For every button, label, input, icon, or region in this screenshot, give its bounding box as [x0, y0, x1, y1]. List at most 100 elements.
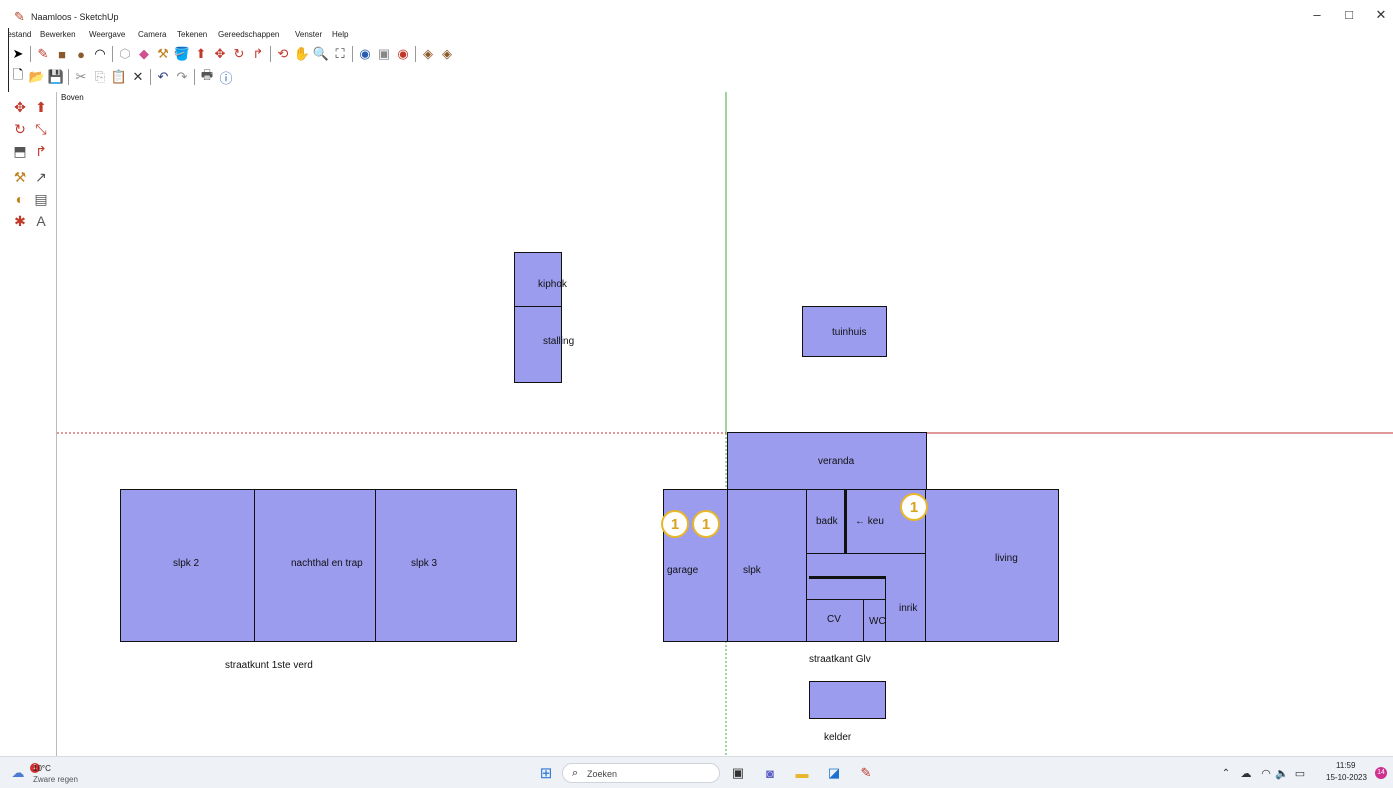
- delete-icon[interactable]: ✕: [130, 69, 146, 85]
- annotation-badge[interactable]: 1: [900, 493, 928, 521]
- pushpull-icon[interactable]: ⬆: [193, 46, 209, 62]
- main-toolbar: ➤ ✎ ■ ● ◠ ⬡ ◆ ⚒ 🪣 ⬆ ✥ ↻ ↱ ⟲ ✋ 🔍 ⛶ ◉ ▣ ◉ …: [10, 44, 458, 64]
- close-button[interactable]: ✕: [1364, 6, 1393, 24]
- axes-icon[interactable]: ✱: [11, 212, 29, 230]
- rotate-icon[interactable]: ↻: [11, 120, 29, 138]
- extension-warehouse-icon[interactable]: ◈: [420, 46, 436, 62]
- open-icon[interactable]: 📂: [29, 69, 45, 85]
- offset-icon[interactable]: ⬒: [11, 142, 29, 160]
- outlook-icon[interactable]: ◪: [826, 765, 842, 781]
- zoom-icon[interactable]: 🔍: [313, 46, 329, 62]
- share-icon[interactable]: ◉: [395, 46, 411, 62]
- clock-time[interactable]: 11:59: [1336, 761, 1355, 770]
- toolbar-separator: [352, 46, 353, 62]
- wall-line: [806, 490, 807, 641]
- floorplan-ground-floor[interactable]: [663, 489, 1059, 642]
- arc-icon[interactable]: ◠: [92, 46, 108, 62]
- label-cv: CV: [827, 614, 841, 625]
- minimize-button[interactable]: –: [1300, 6, 1334, 24]
- paint-icon[interactable]: 🪣: [174, 46, 190, 62]
- wifi-icon[interactable]: ◠: [1258, 765, 1274, 781]
- clock-date[interactable]: 15-10-2023: [1326, 773, 1367, 782]
- extension-manager-icon[interactable]: ◈: [439, 46, 455, 62]
- menu-camera[interactable]: Camera: [138, 30, 166, 39]
- label-wc: WC: [869, 616, 886, 627]
- toolbar-separator: [415, 46, 416, 62]
- text-icon[interactable]: ▤: [32, 190, 50, 208]
- label-badk: badk: [816, 516, 838, 527]
- pushpull-icon[interactable]: ⬆: [32, 98, 50, 116]
- label-tuinhuis: tuinhuis: [832, 327, 867, 338]
- components-icon[interactable]: ▣: [376, 46, 392, 62]
- menu-help[interactable]: Help: [332, 30, 348, 39]
- select-icon[interactable]: ➤: [10, 46, 26, 62]
- warehouse-icon[interactable]: ◉: [357, 46, 373, 62]
- print-icon[interactable]: 🖶: [199, 67, 215, 85]
- file-explorer-icon[interactable]: ▬: [794, 765, 810, 781]
- redo-icon[interactable]: ↷: [174, 69, 190, 85]
- eraser-icon[interactable]: ◆: [136, 46, 152, 62]
- orbit-icon[interactable]: ⟲: [275, 46, 291, 62]
- rectangle-icon[interactable]: ■: [54, 46, 70, 62]
- model-info-icon[interactable]: ⓘ: [218, 69, 234, 86]
- make-component-icon[interactable]: ⬡: [117, 46, 133, 62]
- dimension-icon[interactable]: ↗: [32, 168, 50, 186]
- move-icon[interactable]: ✥: [212, 46, 228, 62]
- menu-gereedschappen[interactable]: Gereedschappen: [218, 30, 279, 39]
- teams-icon[interactable]: ◙: [762, 765, 778, 781]
- drawing-viewport[interactable]: kiphok stalling tuinhuis slpk 2 nachthal…: [57, 92, 1393, 756]
- onedrive-icon[interactable]: ☁: [1238, 765, 1254, 781]
- cut-icon[interactable]: ✂: [73, 69, 89, 85]
- label-slpk3: slpk 3: [411, 558, 438, 569]
- weather-temp: 10°C: [33, 764, 51, 773]
- volume-icon[interactable]: 🔈: [1274, 765, 1290, 781]
- menu-bewerken[interactable]: Bewerken: [40, 30, 76, 39]
- label-slpk2: slpk 2: [173, 558, 200, 569]
- line-icon[interactable]: ✎: [35, 46, 51, 62]
- wall-line: [254, 490, 255, 641]
- search-icon: ⌕: [572, 767, 579, 779]
- tape-icon[interactable]: ⚒: [11, 168, 29, 186]
- toolbar-separator: [150, 69, 151, 85]
- circle-icon[interactable]: ●: [73, 46, 89, 62]
- title-bar: ✎ Naamloos - SketchUp – □ ✕: [0, 0, 1393, 28]
- label-kiphok: kiphok: [538, 279, 567, 290]
- weather-icon[interactable]: ☁: [10, 765, 26, 781]
- copy-icon[interactable]: ⎘: [92, 69, 108, 85]
- maximize-button[interactable]: □: [1332, 6, 1366, 24]
- notification-badge[interactable]: 14: [1375, 767, 1387, 779]
- protractor-icon[interactable]: ◐: [11, 190, 29, 208]
- annotation-badge[interactable]: 1: [692, 510, 720, 538]
- wall-thick: [809, 576, 886, 579]
- start-icon[interactable]: ⊞: [538, 765, 554, 782]
- followme-icon[interactable]: ↱: [32, 142, 50, 160]
- menu-venster[interactable]: Venster: [295, 30, 322, 39]
- left-toolbar: ✥ ⬆ ↻ ⤡ ⬒ ↱ ⚒ ↗ ◐ ▤ ✱ A: [8, 92, 57, 756]
- task-view-icon[interactable]: ▣: [730, 765, 746, 781]
- paste-icon[interactable]: 📋: [111, 69, 127, 85]
- rotate-icon[interactable]: ↻: [231, 46, 247, 62]
- move-icon[interactable]: ✥: [11, 98, 29, 116]
- wall-line: [806, 553, 926, 554]
- undo-icon[interactable]: ↶: [155, 69, 171, 85]
- taskbar-search[interactable]: ⌕ Zoeken: [562, 763, 720, 783]
- menu-weergave[interactable]: Weergave: [89, 30, 125, 39]
- 3d-text-icon[interactable]: A: [32, 212, 50, 230]
- save-icon[interactable]: 💾: [48, 69, 64, 85]
- menu-tekenen[interactable]: Tekenen: [177, 30, 207, 39]
- pan-icon[interactable]: ✋: [294, 46, 310, 62]
- new-icon[interactable]: 🗋: [10, 67, 26, 85]
- tape-icon[interactable]: ⚒: [155, 46, 171, 62]
- battery-icon[interactable]: ▭: [1292, 765, 1308, 781]
- sketchup-taskbar-icon[interactable]: ✎: [858, 765, 874, 781]
- label-veranda: veranda: [818, 456, 855, 467]
- toolbar-separator: [30, 46, 31, 62]
- chevron-up-icon[interactable]: ⌃: [1218, 765, 1234, 781]
- window-title: Naamloos - SketchUp: [31, 12, 119, 22]
- followme-icon[interactable]: ↱: [250, 46, 266, 62]
- zoom-extents-icon[interactable]: ⛶: [332, 46, 348, 62]
- label-nachthal: nachthal en trap: [291, 558, 363, 569]
- scale-icon[interactable]: ⤡: [32, 120, 50, 138]
- room-kelder[interactable]: [809, 681, 886, 719]
- annotation-badge[interactable]: 1: [661, 510, 689, 538]
